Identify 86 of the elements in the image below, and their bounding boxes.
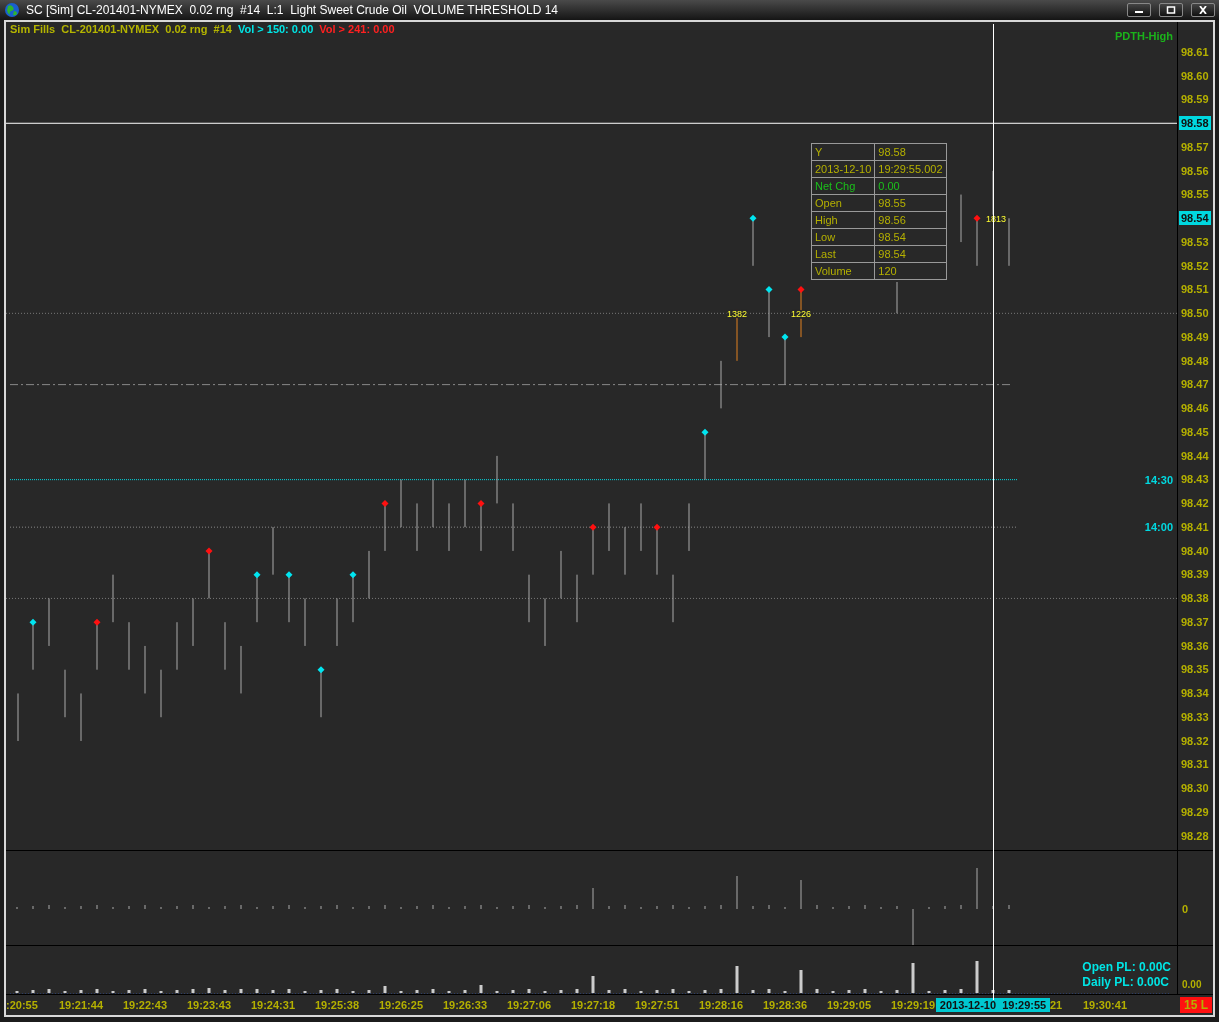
price-label: 98.52 [1180,258,1210,273]
price-label: 98.58 [1179,116,1211,131]
price-label: 98.32 [1180,733,1210,748]
open-pl-text: Open PL: 0.00C [1082,960,1171,975]
level-label: 14:00 [1144,521,1173,534]
close-button[interactable] [1191,3,1215,17]
data-value: 98.54 [874,245,946,263]
data-value: 120 [874,262,946,280]
price-label: 98.56 [1180,163,1210,178]
time-label: 19:28:16 [697,999,744,1011]
price-label: 98.45 [1180,424,1210,439]
time-label: 21 [1050,999,1064,1011]
price-label: 98.30 [1180,781,1210,796]
data-label: 2013-12-10 [811,160,875,178]
price-label: 98.28 [1180,828,1210,843]
window-title: SC [Sim] CL-201401-NYMEX 0.02 rng #14 L:1 Light Sweet Crude Oil VOLUME THRESHOLD 14 [26,3,559,17]
price-label: 98.38 [1180,591,1210,606]
price-label: 98.48 [1180,353,1210,368]
time-label: 19:29:05 [825,999,872,1011]
volume-label: 1226 [791,309,811,320]
price-label: 98.60 [1180,68,1210,83]
chart-header-text: Vol > 150: 0.00 [237,23,314,35]
price-label: 98.43 [1180,472,1210,487]
price-label: 98.37 [1180,614,1210,629]
price-label: 98.29 [1180,804,1210,819]
volume-axis-label: 0.00 [1182,979,1202,990]
data-label: Volume [811,262,875,280]
data-value: 98.55 [874,194,946,212]
time-label: 19:24:31 [249,999,296,1011]
time-label: 19:26:25 [377,999,424,1011]
price-label: 98.41 [1180,519,1210,534]
data-label: Net Chg [811,177,875,195]
time-label: 19:21:44 [57,999,104,1011]
price-label: 98.36 [1180,638,1210,653]
data-value: 0.00 [874,177,946,195]
cursor-time-label: 2013-12-10 19:29:55 [936,998,1050,1012]
price-label: 98.53 [1180,234,1210,249]
data-label: Open [811,194,875,212]
time-label: 19:28:36 [761,999,808,1011]
price-label: 98.39 [1180,567,1210,582]
price-label: 98.50 [1180,306,1210,321]
time-label: 19:25:38 [313,999,360,1011]
minimize-button[interactable] [1127,3,1151,17]
study-label: PDTH-High [1114,30,1173,42]
time-label: 19:23:43 [185,999,232,1011]
level-label: 14:30 [1144,473,1173,486]
price-label: 98.40 [1180,543,1210,558]
time-label: 19:27:06 [505,999,552,1011]
chart-header-text: Vol > 241: 0.00 [319,23,395,35]
status-badge: 15 L [1180,997,1212,1013]
data-value: 98.58 [874,143,946,161]
price-label: 98.51 [1180,282,1210,297]
price-label: 98.31 [1180,757,1210,772]
price-label: 98.33 [1180,709,1210,724]
price-label: 98.44 [1180,448,1210,463]
price-label: 98.47 [1180,377,1210,392]
time-label: 19:26:33 [441,999,488,1011]
price-label: 98.57 [1180,139,1210,154]
data-label: Last [811,245,875,263]
price-label: 98.59 [1180,92,1210,107]
data-value: 98.56 [874,211,946,229]
data-value: 19:29:55.002 [874,160,946,178]
price-label: 98.49 [1180,329,1210,344]
price-label: 98.46 [1180,401,1210,416]
price-label: 98.34 [1180,686,1210,701]
globe-icon [4,2,20,18]
price-label: 98.35 [1180,662,1210,677]
time-label: 19:22:43 [121,999,168,1011]
price-label: 98.42 [1180,496,1210,511]
data-label: High [811,211,875,229]
daily-pl-text: Daily PL: 0.00C [1082,975,1169,990]
time-label: 19:27:51 [633,999,680,1011]
time-label: 19:30:41 [1081,999,1128,1011]
close-icon [1198,6,1208,14]
maximize-button[interactable] [1159,3,1183,17]
data-label: Low [811,228,875,246]
chart-header-text: Sim Fills CL-201401-NYMEX 0.02 rng #14 [10,23,232,35]
data-value: 98.54 [874,228,946,246]
price-label: 98.54 [1179,211,1211,226]
data-label: Y [811,143,875,161]
price-label: 98.55 [1180,187,1210,202]
indicator-axis-label: 0 [1182,903,1189,915]
time-label: :20:55 [6,999,39,1011]
maximize-icon [1166,6,1176,14]
time-label: 19:27:18 [569,999,616,1011]
price-label: 98.61 [1180,44,1210,59]
